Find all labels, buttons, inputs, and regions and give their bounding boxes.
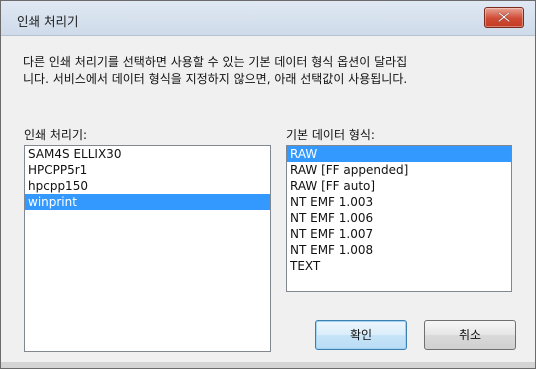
ok-button[interactable]: 확인 [315,320,407,350]
list-item[interactable]: RAW [FF appended] [287,162,511,178]
print-processor-dialog: 인쇄 처리기 다른 인쇄 처리기를 선택하면 사용할 수 있는 기본 데이터 형… [0,0,536,369]
datatype-listbox[interactable]: RAW RAW [FF appended] RAW [FF auto] NT E… [286,145,512,292]
list-item[interactable]: HPCPP5r1 [25,162,270,178]
list-item-selected[interactable]: winprint [25,194,270,210]
datatype-list-label: 기본 데이터 형식: [286,128,375,142]
list-item[interactable]: NT EMF 1.007 [287,226,511,242]
processor-listbox[interactable]: SAM4S ELLIX30 HPCPP5r1 hpcpp150 winprint [24,145,271,352]
dialog-body: 다른 인쇄 처리기를 선택하면 사용할 수 있는 기본 데이터 형식 옵션이 달… [6,36,530,362]
list-item[interactable]: NT EMF 1.003 [287,194,511,210]
processor-list-label: 인쇄 처리기: [24,128,88,142]
list-item[interactable]: hpcpp150 [25,178,270,194]
list-item[interactable]: NT EMF 1.006 [287,210,511,226]
cancel-button[interactable]: 취소 [424,320,516,350]
window-title: 인쇄 처리기 [17,14,79,29]
description-line-1: 다른 인쇄 처리기를 선택하면 사용할 수 있는 기본 데이터 형식 옵션이 달… [23,55,408,69]
description-text: 다른 인쇄 처리기를 선택하면 사용할 수 있는 기본 데이터 형식 옵션이 달… [23,54,518,88]
bottom-border [1,362,535,368]
close-icon [498,12,510,22]
description-line-2: 니다. 서비스에서 데이터 형식을 지정하지 않으면, 아래 선택값이 사용됩니… [23,72,408,86]
list-item[interactable]: NT EMF 1.008 [287,242,511,258]
list-item[interactable]: RAW [FF auto] [287,178,511,194]
list-item[interactable]: TEXT [287,258,511,274]
list-item[interactable]: SAM4S ELLIX30 [25,146,270,162]
close-button[interactable] [484,7,524,28]
title-bar[interactable]: 인쇄 처리기 [1,1,535,36]
list-item-selected[interactable]: RAW [287,146,511,162]
